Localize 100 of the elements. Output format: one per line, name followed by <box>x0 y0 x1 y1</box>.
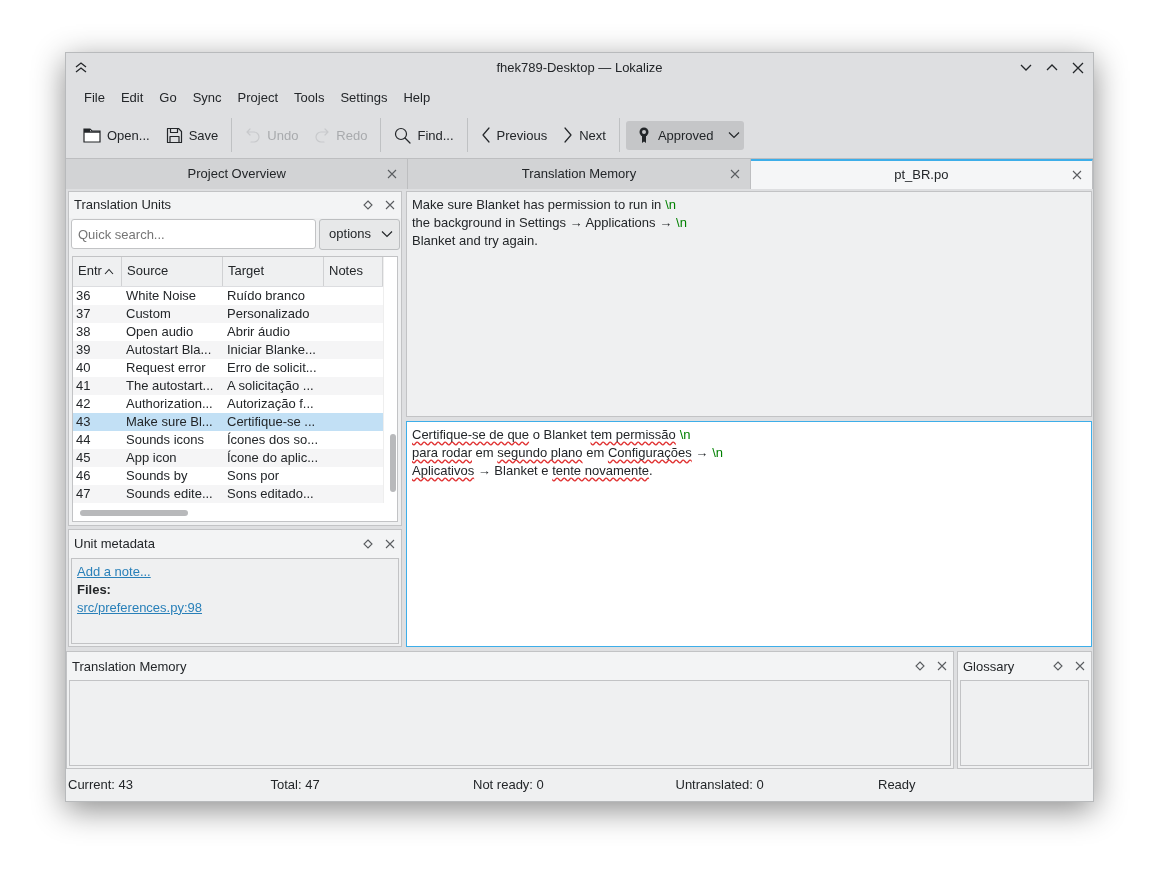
table-cell-text: Personalizado <box>226 304 311 323</box>
menu-item[interactable]: Settings <box>332 82 396 113</box>
close-icon[interactable] <box>385 538 395 549</box>
menu-item[interactable]: Edit <box>112 82 152 113</box>
translation-editor[interactable]: Certifique-se de que o Blanket tem permissão \n para rodar em segundo plano em Configurações → \n Aplicativos → Blanket e tente novamente. <box>406 420 1092 648</box>
table-cell-text: 41 <box>75 376 92 395</box>
menu-item[interactable]: Help <box>395 82 439 113</box>
tab[interactable]: Translation Memory <box>408 158 751 189</box>
table-cell-text: Abrir áudio <box>226 322 291 341</box>
folder-icon <box>83 127 101 144</box>
options-dropdown[interactable]: options <box>319 218 400 250</box>
table-cell-text: Sounds by <box>125 466 189 485</box>
caret-icon <box>381 230 393 239</box>
vertical-scrollbar[interactable] <box>383 256 397 503</box>
menu-item[interactable]: Project <box>229 82 287 113</box>
status-text: Ready <box>877 776 917 795</box>
table-cell-text: A solicitação ... <box>226 376 315 395</box>
chevron-right-icon <box>563 127 574 144</box>
menu-item[interactable]: Tools <box>286 82 333 113</box>
table-cell-text: Make sure Bl... <box>125 412 214 431</box>
table-cell-text: 44 <box>75 430 92 449</box>
status-text: Current: 43 <box>67 776 135 795</box>
panel-title: Unit metadata <box>74 534 155 553</box>
table-cell-text: 40 <box>75 358 92 377</box>
table-cell-text: 45 <box>75 448 92 467</box>
status-text: Not ready: 0 <box>472 776 545 795</box>
text-line: the background in Settings → Applications → \n <box>412 213 687 232</box>
table-cell-text: White Noise <box>125 286 198 305</box>
table-row[interactable]: 36 White Noise Ruído branco <box>73 286 383 305</box>
tab[interactable]: pt_BR.po <box>750 158 1093 189</box>
open-button[interactable]: Open... <box>76 120 157 151</box>
table-row[interactable]: 38 Open audio Abrir áudio <box>73 322 383 341</box>
table-cell-text: 36 <box>75 286 92 305</box>
table-cell-text: 42 <box>75 394 92 413</box>
text-line: Certifique-se de que o Blanket tem permissão \n <box>412 425 691 444</box>
close-icon[interactable] <box>1071 61 1085 75</box>
table-row[interactable]: 44 Sounds icons Ícones dos so... <box>73 430 383 449</box>
window-title: fhek789-Desktop — Lokalize <box>496 59 663 78</box>
search-icon <box>394 126 412 144</box>
table-row[interactable]: 46 Sounds by Sons por <box>73 466 383 485</box>
menu-item[interactable]: File <box>76 82 113 113</box>
table-row[interactable]: 39 Autostart Bla... Iniciar Blanke... <box>73 340 383 359</box>
close-icon[interactable] <box>1072 169 1082 180</box>
table-row[interactable]: 45 App icon Ícone do aplic... <box>73 448 383 467</box>
caret-icon <box>727 131 740 140</box>
menu-item[interactable]: Go <box>151 82 185 113</box>
table-cell-text: Autorização f... <box>226 394 315 413</box>
table-cell-text: Ruído branco <box>226 286 307 305</box>
text-line: Aplicativos → Blanket e tente novamente. <box>412 461 653 480</box>
table-cell-text: Sounds icons <box>125 430 206 449</box>
table-cell-text: Autostart Bla... <box>125 340 213 359</box>
float-icon[interactable] <box>363 199 373 210</box>
table-cell-text: 46 <box>75 466 92 485</box>
find-button[interactable]: Find... <box>387 120 461 151</box>
approved-button[interactable]: Approved <box>625 120 744 151</box>
float-icon[interactable] <box>1053 661 1063 672</box>
search-field[interactable]: Quick search... <box>71 219 317 250</box>
close-icon[interactable] <box>1075 661 1085 672</box>
table-cell-text: Sons por <box>226 466 281 485</box>
add-note-link[interactable]: Add a note... <box>77 563 151 579</box>
table-cell-text: 39 <box>75 340 92 359</box>
table-cell-text: Sounds edite... <box>125 484 214 503</box>
column-header[interactable]: Source <box>122 256 223 286</box>
chevron-left-icon <box>480 127 491 144</box>
panel-title: Translation Units <box>74 195 172 214</box>
float-icon[interactable] <box>915 661 925 672</box>
close-icon[interactable] <box>937 661 947 672</box>
table-row[interactable]: 43 Make sure Bl... Certifique-se ... <box>73 412 383 431</box>
keep-above-icon[interactable] <box>74 61 88 73</box>
table-cell-text: Sons editado... <box>226 484 315 503</box>
table-cell-text: 38 <box>75 322 92 341</box>
table-cell-text: Request error <box>125 358 207 377</box>
close-icon[interactable] <box>385 199 395 210</box>
table-row[interactable]: 40 Request error Erro de solicit... <box>73 358 383 377</box>
table-cell-text: Ícone do aplic... <box>226 448 320 467</box>
table-cell-text: Iniciar Blanke... <box>226 340 317 359</box>
column-header[interactable]: Entr <box>73 256 122 286</box>
menu-item[interactable]: Sync <box>184 82 230 113</box>
save-button[interactable]: Save <box>158 120 226 151</box>
table-row[interactable]: 37 Custom Personalizado <box>73 304 383 323</box>
table-cell-text: Ícones dos so... <box>226 430 320 449</box>
table-row[interactable]: 41 The autostart... A solicitação ... <box>73 376 383 395</box>
previous-button[interactable]: Previous <box>473 120 555 151</box>
table-cell-text: The autostart... <box>125 376 215 395</box>
table-cell-text: Erro de solicit... <box>226 358 318 377</box>
float-icon[interactable] <box>363 538 373 549</box>
table-row[interactable]: 47 Sounds edite... Sons editado... <box>73 484 383 503</box>
tab[interactable]: Project Overview <box>66 158 409 189</box>
next-button[interactable]: Next <box>556 120 613 151</box>
panel-title: Glossary <box>963 657 1015 676</box>
table-cell-text: Certifique-se ... <box>226 412 317 431</box>
table-cell-text: 47 <box>75 484 92 503</box>
table-cell-text: Open audio <box>125 322 195 341</box>
table-row[interactable]: 42 Authorization... Autorização f... <box>73 394 383 413</box>
sort-ascending-icon <box>103 267 114 275</box>
file-link[interactable]: src/preferences.py:98 <box>77 599 202 615</box>
column-header[interactable]: Target <box>223 256 324 286</box>
panel-title: Translation Memory <box>72 657 187 676</box>
status-text: Untranslated: 0 <box>674 776 765 795</box>
files-label: Files: <box>77 580 111 599</box>
